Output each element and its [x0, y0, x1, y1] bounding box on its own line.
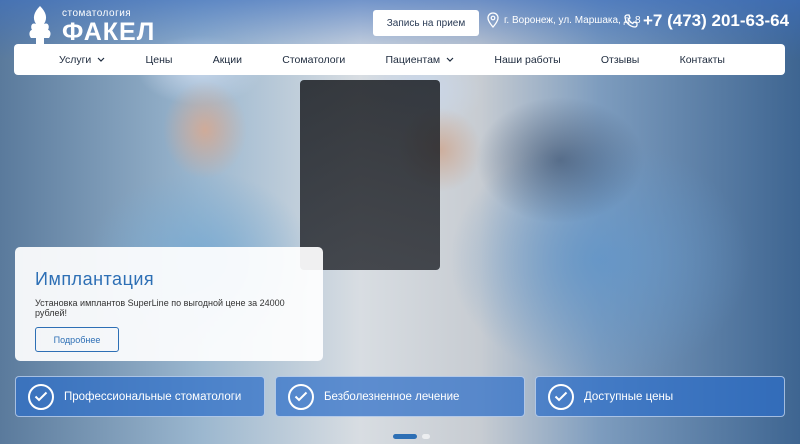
slider-pagination	[393, 434, 430, 439]
nav-item-reviews[interactable]: Отзывы	[601, 54, 639, 66]
feature-affordable-prices: Доступные цены	[535, 376, 785, 417]
feature-professional-dentists: Профессиональные стоматологи	[15, 376, 265, 417]
nav-item-label: Наши работы	[494, 53, 561, 66]
main-nav: Услуги Цены Акции Стоматологи Пациентам …	[14, 44, 785, 75]
feature-painless-treatment: Безболезненное лечение	[275, 376, 525, 417]
nav-item-label: Стоматологи	[282, 53, 346, 66]
nav-item-label: Пациентам	[385, 53, 441, 66]
check-circle-icon	[548, 383, 574, 410]
address-text: г. Воронеж, ул. Маршака, д. 8	[504, 14, 641, 26]
slider-dot[interactable]	[422, 434, 430, 439]
slider-dot-active[interactable]	[393, 434, 417, 439]
nav-item-prices[interactable]: Цены	[146, 54, 173, 66]
phone-icon	[624, 14, 638, 28]
nav-item-label: Акции	[212, 53, 243, 66]
chevron-down-icon	[97, 57, 105, 62]
check-circle-icon	[288, 383, 314, 410]
nav-item-label: Услуги	[59, 53, 92, 66]
phone-link[interactable]: +7 (473) 201-63-64	[624, 11, 789, 31]
more-details-button[interactable]: Подробнее	[35, 327, 119, 352]
address: г. Воронеж, ул. Маршака, д. 8	[487, 12, 641, 28]
nav-item-promotions[interactable]: Акции	[213, 54, 242, 66]
promo-title: Имплантация	[35, 269, 155, 289]
promo-description: Установка имплантов SuperLine по выгодно…	[35, 298, 285, 318]
feature-label: Профессиональные стоматологи	[64, 390, 242, 403]
location-pin-icon	[487, 12, 499, 28]
nav-item-label: Контакты	[679, 53, 725, 66]
nav-item-our-works[interactable]: Наши работы	[494, 54, 560, 66]
nav-item-services[interactable]: Услуги	[59, 54, 105, 66]
nav-item-label: Цены	[145, 53, 173, 66]
chevron-down-icon	[446, 57, 454, 62]
promo-card: Имплантация Установка имплантов SuperLin…	[15, 247, 323, 361]
feature-label: Доступные цены	[584, 390, 674, 403]
nav-item-label: Отзывы	[600, 53, 640, 66]
appointment-button[interactable]: Запись на прием	[373, 10, 479, 36]
check-circle-icon	[28, 383, 54, 410]
logo-name: ФАКЕЛ	[62, 18, 156, 46]
nav-item-dentists[interactable]: Стоматологи	[282, 54, 345, 66]
phone-number: +7 (473) 201-63-64	[643, 11, 790, 30]
feature-label: Безболезненное лечение	[324, 390, 460, 403]
nav-item-patients[interactable]: Пациентам	[386, 54, 455, 66]
nav-item-contacts[interactable]: Контакты	[680, 54, 725, 66]
